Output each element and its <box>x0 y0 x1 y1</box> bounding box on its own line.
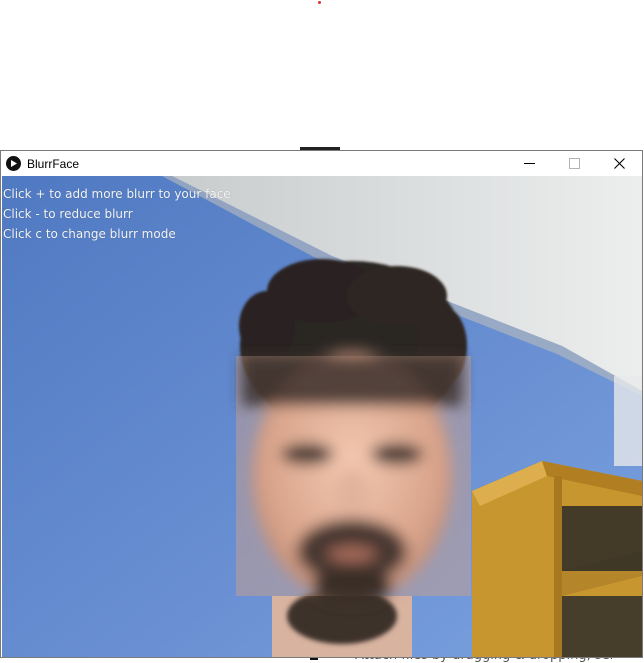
app-play-icon <box>6 156 21 171</box>
instruction-line: Click - to reduce blurr <box>3 207 133 221</box>
minimize-icon <box>524 163 535 164</box>
instructions-overlay: Click + to add more blurr to your face C… <box>3 184 231 244</box>
close-icon <box>614 158 625 169</box>
maximize-button[interactable] <box>552 151 597 176</box>
instruction-line: Click c to change blurr mode <box>3 227 176 241</box>
close-button[interactable] <box>597 151 642 176</box>
window-title: BlurrFace <box>27 156 80 171</box>
minimize-button[interactable] <box>507 151 552 176</box>
webcam-scene <box>2 176 642 657</box>
desktop-dot <box>318 1 321 4</box>
instruction-line: Click + to add more blurr to your face <box>3 187 231 201</box>
maximize-icon <box>569 158 580 169</box>
title-bar[interactable]: BlurrFace <box>1 151 642 176</box>
app-window: BlurrFace Click + to add more blurr to y… <box>0 150 643 658</box>
webcam-feed: Click + to add more blurr to your face C… <box>2 176 642 657</box>
